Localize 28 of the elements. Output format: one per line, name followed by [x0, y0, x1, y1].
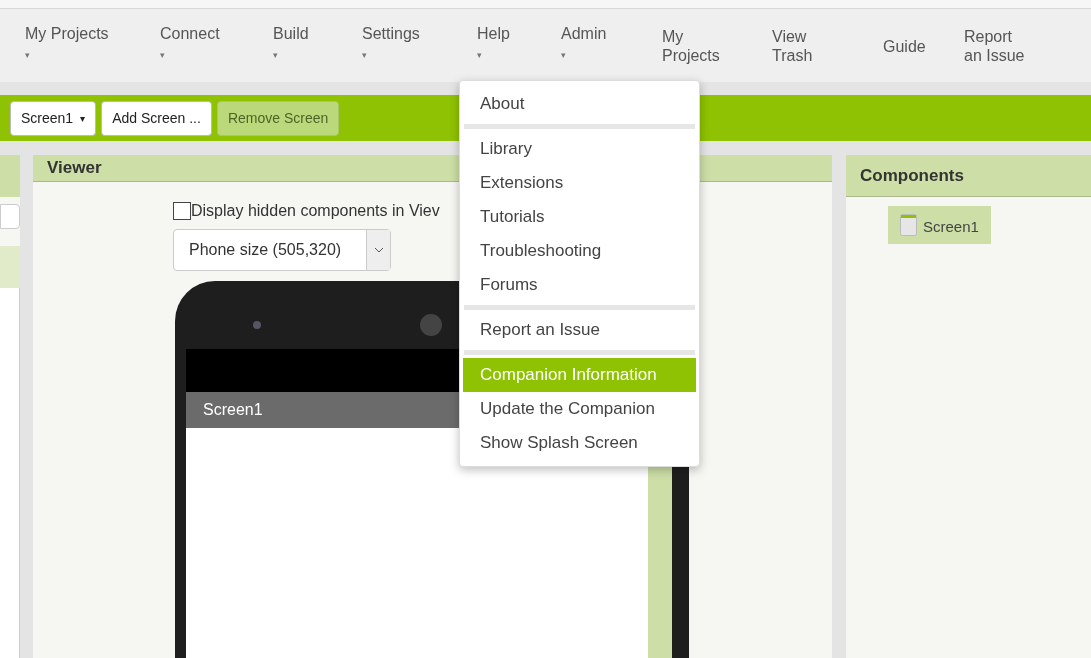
panel-title: Components: [846, 155, 1091, 197]
chevron-down-icon: [373, 246, 384, 253]
menu-item[interactable]: My Projects ▾: [25, 24, 160, 65]
checkbox[interactable]: [173, 201, 191, 220]
menu-item[interactable]: View Trash: [772, 24, 883, 84]
menu-item[interactable]: Forums: [463, 268, 696, 302]
menu-item[interactable]: Help ▾: [477, 24, 561, 65]
menu-item[interactable]: Report an Issue: [463, 313, 696, 347]
tree-item[interactable]: Screen1: [888, 206, 991, 244]
screen-icon: [900, 214, 917, 236]
speaker-icon: [420, 313, 442, 336]
camera-icon: [253, 320, 261, 329]
menu-item[interactable]: Settings ▾: [362, 24, 477, 65]
menu-item[interactable]: Troubleshooting: [463, 234, 696, 268]
size-select[interactable]: Phone size (505,320): [173, 228, 391, 271]
menu-item[interactable]: Report an Issue: [964, 24, 1054, 84]
checkbox-label: Display hidden components in Viev: [191, 200, 440, 221]
menu-item[interactable]: Guide: [883, 24, 964, 84]
menu-item[interactable]: Show Splash Screen: [463, 426, 696, 460]
menu-item[interactable]: Connect ▾: [160, 24, 273, 65]
menu-item[interactable]: Admin ▾: [561, 24, 662, 65]
menu-item[interactable]: Tutorials: [463, 200, 696, 234]
screen-select[interactable]: Screen1 ▾: [10, 100, 97, 136]
caret-icon: ▾: [80, 110, 86, 126]
toolbar-button[interactable]: Add Screen ...: [101, 100, 212, 136]
menu-item[interactable]: Build ▾: [273, 24, 362, 65]
menu-item[interactable]: My Projects: [662, 24, 772, 84]
menu-item[interactable]: About: [463, 87, 696, 121]
